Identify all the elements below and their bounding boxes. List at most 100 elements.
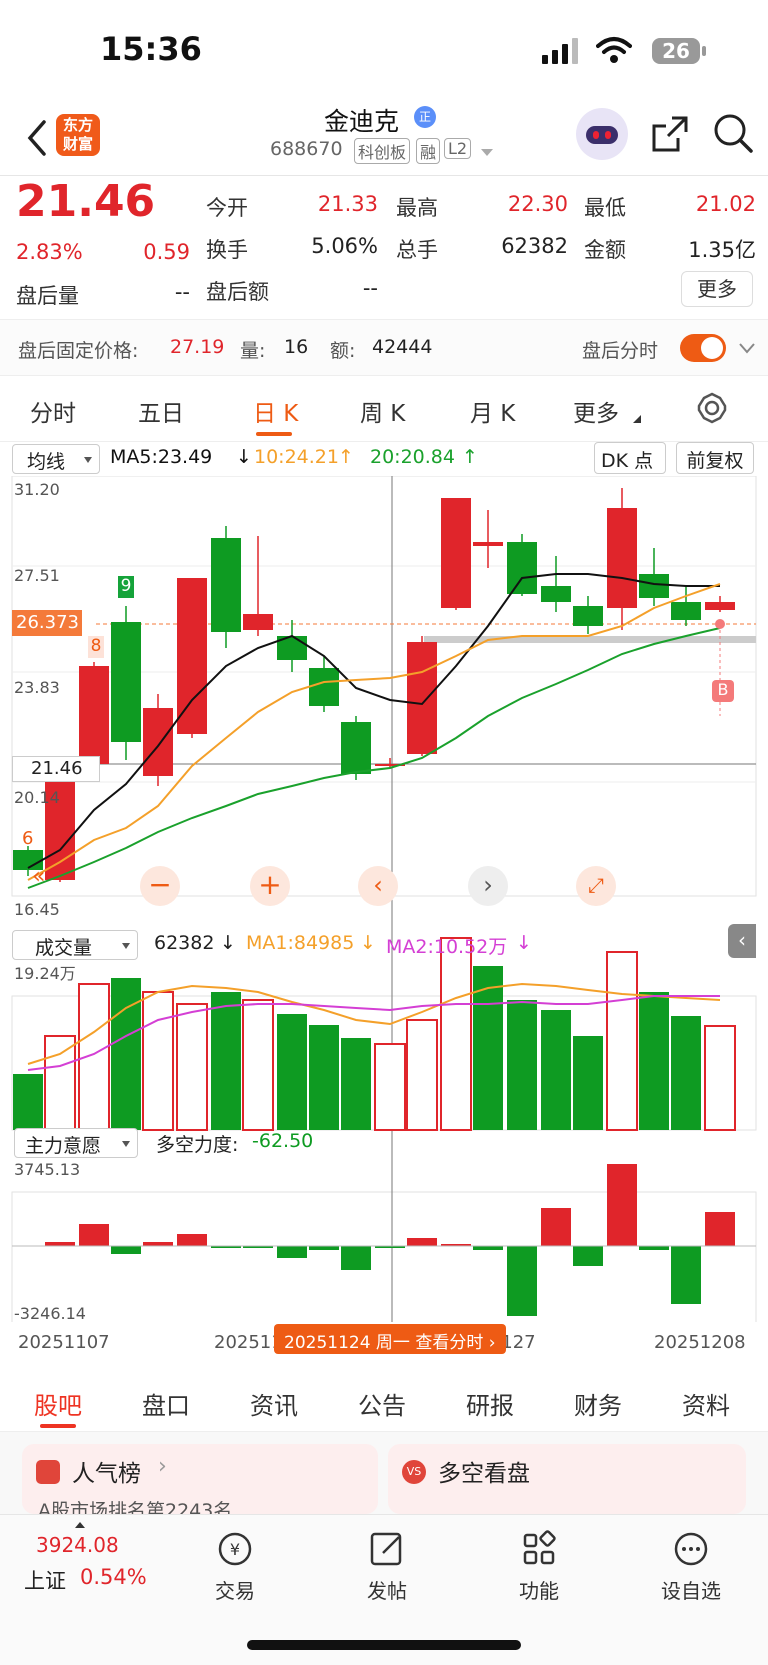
fixed-price-value: 27.19 bbox=[170, 336, 225, 358]
back-icon[interactable] bbox=[24, 118, 48, 158]
logo-text-1: 东方 bbox=[62, 116, 93, 134]
volume-select[interactable]: 成交量 bbox=[12, 930, 138, 960]
cursor-date-button[interactable]: 20251124 周一 查看分时 › bbox=[274, 1324, 506, 1354]
volume-bar bbox=[242, 999, 274, 1131]
trade-icon: ¥ bbox=[218, 1532, 252, 1566]
force-select[interactable]: 主力意愿 bbox=[14, 1128, 138, 1158]
prev-icon[interactable]: ‹ bbox=[358, 866, 398, 906]
kline-svg[interactable] bbox=[0, 476, 768, 1340]
marker-six: 6 bbox=[22, 828, 34, 849]
collapse-panel-icon[interactable]: ‹ bbox=[728, 924, 756, 958]
tab-announcements[interactable]: 公告 bbox=[358, 1386, 406, 1421]
index-value[interactable]: 3924.08 bbox=[36, 1533, 119, 1557]
select-arrow-icon bbox=[122, 943, 130, 949]
functions-button[interactable]: 功能 bbox=[484, 1527, 594, 1604]
adjust-button[interactable]: 前复权 bbox=[676, 442, 754, 474]
candle-body bbox=[441, 498, 471, 608]
volume-bar bbox=[374, 1043, 406, 1131]
volume-select-label: 成交量 bbox=[35, 937, 93, 959]
ma-select[interactable]: 均线 bbox=[12, 444, 100, 474]
volume-ma2-arrow: ↓ bbox=[516, 932, 532, 954]
bull-bear-card[interactable]: VS 多空看盘 bbox=[388, 1444, 746, 1514]
tab-month-k[interactable]: 月 K bbox=[470, 394, 515, 428]
tab-orderbook[interactable]: 盘口 bbox=[142, 1386, 190, 1421]
zoom-in-icon[interactable]: + bbox=[250, 866, 290, 906]
candle-body bbox=[573, 606, 603, 626]
volume-arrow: ↓ bbox=[220, 932, 236, 954]
trade-button[interactable]: ¥ 交易 bbox=[180, 1527, 290, 1604]
volume-bar bbox=[142, 991, 174, 1131]
more-triangle-icon bbox=[633, 415, 641, 423]
price-band bbox=[424, 636, 756, 643]
home-indicator bbox=[247, 1640, 521, 1650]
app-logo: 东方 财富 bbox=[56, 114, 100, 156]
after-timeshare-toggle[interactable] bbox=[680, 334, 726, 362]
volume-bar bbox=[704, 1025, 736, 1131]
fullscreen-icon[interactable]: ⤢ bbox=[576, 866, 616, 906]
edit-icon bbox=[370, 1532, 402, 1566]
candle-body bbox=[639, 574, 669, 598]
tab-timeshare[interactable]: 分时 bbox=[30, 394, 76, 428]
index-change[interactable]: 0.54% bbox=[80, 1565, 147, 1589]
chevron-down-icon[interactable] bbox=[738, 342, 756, 354]
post-button[interactable]: 发帖 bbox=[332, 1527, 442, 1604]
candle-body bbox=[607, 508, 637, 608]
b-marker-dot bbox=[715, 619, 725, 629]
more-button[interactable]: 更多 bbox=[681, 271, 753, 307]
add-watchlist-button[interactable]: 设自选 bbox=[636, 1527, 746, 1604]
tab-news[interactable]: 资讯 bbox=[250, 1386, 298, 1421]
more-dots-icon bbox=[674, 1532, 708, 1566]
dropdown-icon[interactable] bbox=[480, 148, 494, 158]
tab-week-k[interactable]: 周 K bbox=[360, 394, 405, 428]
share-icon[interactable] bbox=[650, 114, 690, 154]
force-pane-frame bbox=[11, 1191, 757, 1331]
force-value: -62.50 bbox=[252, 1130, 314, 1152]
candle-body bbox=[473, 542, 503, 546]
active-tab-indicator bbox=[256, 432, 292, 436]
tab-more[interactable]: 更多 bbox=[573, 394, 619, 428]
tab-five-day[interactable]: 五日 bbox=[138, 394, 184, 428]
kline-chart-area[interactable]: 均线 MA5:23.49 ↓ 10:24.21 ↑ 20:20.84 ↑ DK … bbox=[0, 440, 768, 1340]
trade-label: 交易 bbox=[215, 1579, 255, 1603]
next-icon[interactable]: › bbox=[468, 866, 508, 906]
quote-panel: 21.46 2.83% 0.59 盘后量 -- 今开 21.33 最高 22.3… bbox=[0, 176, 768, 320]
scroll-left-icon[interactable]: « bbox=[32, 864, 45, 889]
ma10-value: 10:24.21 bbox=[254, 446, 339, 468]
fixed-price-label: 盘后固定价格: bbox=[18, 340, 139, 362]
tag-board: 科创板 bbox=[354, 138, 411, 164]
candle-body bbox=[177, 578, 207, 734]
cursor-price-label: 26.373 bbox=[12, 610, 82, 636]
bull-bear-title: 多空看盘 bbox=[438, 1461, 530, 1487]
tab-forum[interactable]: 股吧 bbox=[34, 1386, 82, 1421]
marker-eight: 8 bbox=[88, 636, 104, 658]
volume-ma1-arrow: ↓ bbox=[360, 932, 376, 954]
popularity-card[interactable]: 人气榜 › A股市场排名第2243名 bbox=[22, 1444, 378, 1514]
zoom-out-icon[interactable]: − bbox=[140, 866, 180, 906]
force-bar bbox=[277, 1246, 307, 1258]
low-value: 21.02 bbox=[695, 192, 756, 216]
search-icon[interactable] bbox=[712, 112, 754, 154]
volume-bar bbox=[606, 951, 638, 1131]
verified-badge: 正 bbox=[414, 106, 436, 128]
status-bar: 15:36 26 bbox=[0, 0, 768, 100]
ma5-arrow: ↓ bbox=[236, 446, 252, 468]
volume-value: 62382 bbox=[154, 932, 215, 954]
tab-research[interactable]: 研报 bbox=[466, 1386, 514, 1421]
tab-finance[interactable]: 财务 bbox=[574, 1386, 622, 1421]
battery-icon: 26 bbox=[652, 38, 706, 64]
tab-profile[interactable]: 资料 bbox=[682, 1386, 730, 1421]
candle-body bbox=[79, 666, 109, 764]
settings-icon[interactable] bbox=[696, 392, 728, 424]
x-label-right: 20251208 bbox=[654, 1332, 746, 1353]
tab-day-k[interactable]: 日 K bbox=[253, 394, 298, 428]
select-arrow-icon bbox=[122, 1141, 130, 1147]
index-name[interactable]: 上证 bbox=[24, 1565, 66, 1595]
amount-value: 1.35亿 bbox=[688, 238, 756, 262]
force-y-bottom: -3246.14 bbox=[14, 1304, 86, 1323]
force-y-top: 3745.13 bbox=[14, 1160, 81, 1179]
volume-bar bbox=[507, 1000, 537, 1130]
candle-body bbox=[341, 722, 371, 774]
force-bar bbox=[407, 1238, 437, 1246]
assistant-avatar[interactable] bbox=[576, 108, 628, 160]
dk-point-button[interactable]: DK 点 bbox=[594, 442, 666, 474]
